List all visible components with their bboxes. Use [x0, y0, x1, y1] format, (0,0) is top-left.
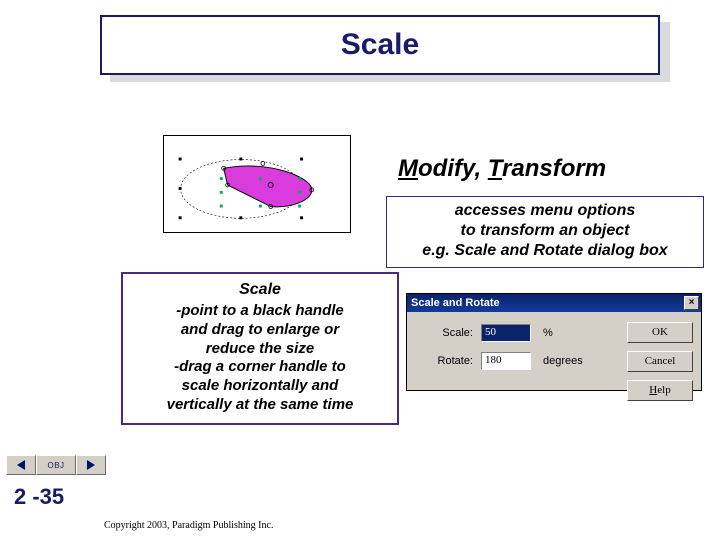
cancel-button[interactable]: Cancel — [627, 351, 693, 372]
rotate-input[interactable]: 180 — [481, 352, 531, 370]
scale-unit: % — [543, 327, 553, 339]
chevron-right-icon — [87, 460, 95, 470]
ok-button[interactable]: OK — [627, 322, 693, 343]
next-slide-button[interactable] — [76, 455, 106, 475]
dialog-title: Scale and Rotate — [411, 297, 500, 309]
scale-instructions-heading: Scale — [131, 280, 389, 300]
page-number: 2 -35 — [14, 484, 64, 510]
title-bar: Scale — [100, 15, 660, 75]
scale-rotate-dialog: Scale and Rotate × Scale: 50 % Rotate: 1… — [406, 293, 702, 391]
close-icon: × — [689, 297, 695, 308]
help-button[interactable]: Help — [627, 380, 693, 401]
close-button[interactable]: × — [684, 296, 699, 310]
slide-nav: OBJ — [6, 455, 106, 475]
modify-mnemonic: M — [398, 155, 418, 182]
obj-button[interactable]: OBJ — [36, 455, 76, 475]
scale-input[interactable]: 50 — [481, 324, 531, 342]
scale-instructions-box: Scale -point to a black handle and drag … — [121, 272, 399, 425]
rotate-label: Rotate: — [415, 355, 473, 367]
rotate-unit: degrees — [543, 355, 583, 367]
transform-mnemonic: T — [488, 155, 502, 182]
scale-label: Scale: — [415, 327, 473, 339]
copyright: Copyright 2003, Paradigm Publishing Inc. — [104, 520, 273, 531]
dialog-titlebar: Scale and Rotate × — [407, 294, 701, 312]
menu-path-label: Modify, Transform — [398, 155, 606, 183]
access-description-box: accesses menu options to transform an ob… — [386, 196, 704, 268]
scale-thumbnail — [163, 135, 351, 233]
prev-slide-button[interactable] — [6, 455, 36, 475]
page-title: Scale — [341, 28, 419, 62]
chevron-left-icon — [17, 460, 25, 470]
